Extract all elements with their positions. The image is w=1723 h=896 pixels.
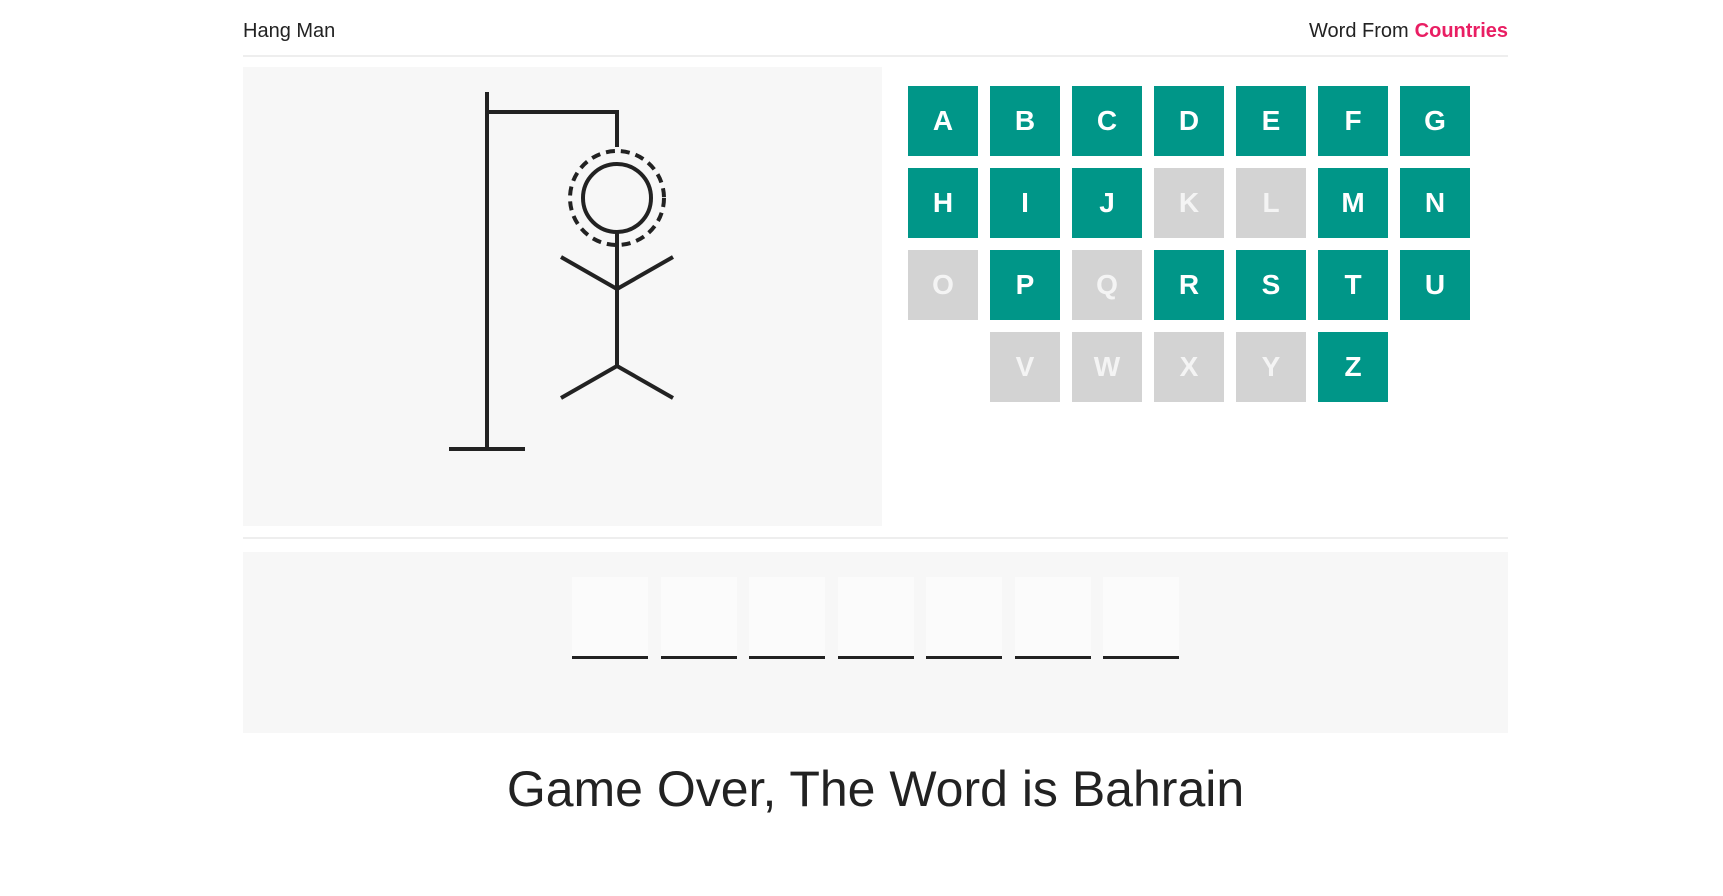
key-d[interactable]: D [1154, 86, 1224, 156]
key-x: X [1154, 332, 1224, 402]
key-z[interactable]: Z [1318, 332, 1388, 402]
letter-slot [572, 577, 648, 659]
key-k: K [1154, 168, 1224, 238]
hangman-right-leg [616, 364, 674, 400]
hangman-head [581, 162, 653, 234]
key-m[interactable]: M [1318, 168, 1388, 238]
key-y: Y [1236, 332, 1306, 402]
letter-slot [661, 577, 737, 659]
letter-slot [838, 577, 914, 659]
divider [243, 537, 1508, 539]
key-b[interactable]: B [990, 86, 1060, 156]
hangman-drawing [449, 92, 674, 451]
key-q: Q [1072, 250, 1142, 320]
key-j[interactable]: J [1072, 168, 1142, 238]
key-r[interactable]: R [1154, 250, 1224, 320]
hangman-left-leg [560, 364, 618, 400]
word-panel [243, 552, 1508, 733]
key-f[interactable]: F [1318, 86, 1388, 156]
key-i[interactable]: I [990, 168, 1060, 238]
key-w: W [1072, 332, 1142, 402]
key-n[interactable]: N [1400, 168, 1470, 238]
key-c[interactable]: C [1072, 86, 1142, 156]
hangman-left-arm [560, 255, 618, 291]
category-name: Countries [1414, 20, 1508, 42]
category-prefix: Word From [1309, 20, 1409, 42]
letter-slot [1015, 577, 1091, 659]
key-v: V [990, 332, 1060, 402]
key-l: L [1236, 168, 1306, 238]
key-e[interactable]: E [1236, 86, 1306, 156]
key-p[interactable]: P [990, 250, 1060, 320]
key-u[interactable]: U [1400, 250, 1470, 320]
app-title: Hang Man [243, 20, 336, 42]
letter-slot [926, 577, 1002, 659]
result-message: Game Over, The Word is Bahrain [506, 761, 1245, 817]
key-a[interactable]: A [908, 86, 978, 156]
header: Hang Man Word From Countries [243, 0, 1508, 57]
hangman-right-arm [616, 255, 674, 291]
key-t[interactable]: T [1318, 250, 1388, 320]
key-h[interactable]: H [908, 168, 978, 238]
key-g[interactable]: G [1400, 86, 1470, 156]
word-slots [243, 577, 1508, 662]
gallows-panel [243, 67, 882, 526]
letter-slot [1103, 577, 1179, 659]
letter-slot [749, 577, 825, 659]
letter-keyboard: ABCDEFG HIJKLMN OPQRSTU VWXYZ [908, 86, 1478, 406]
category-label: Word From Countries [1309, 20, 1508, 43]
key-o: O [908, 250, 978, 320]
key-s[interactable]: S [1236, 250, 1306, 320]
